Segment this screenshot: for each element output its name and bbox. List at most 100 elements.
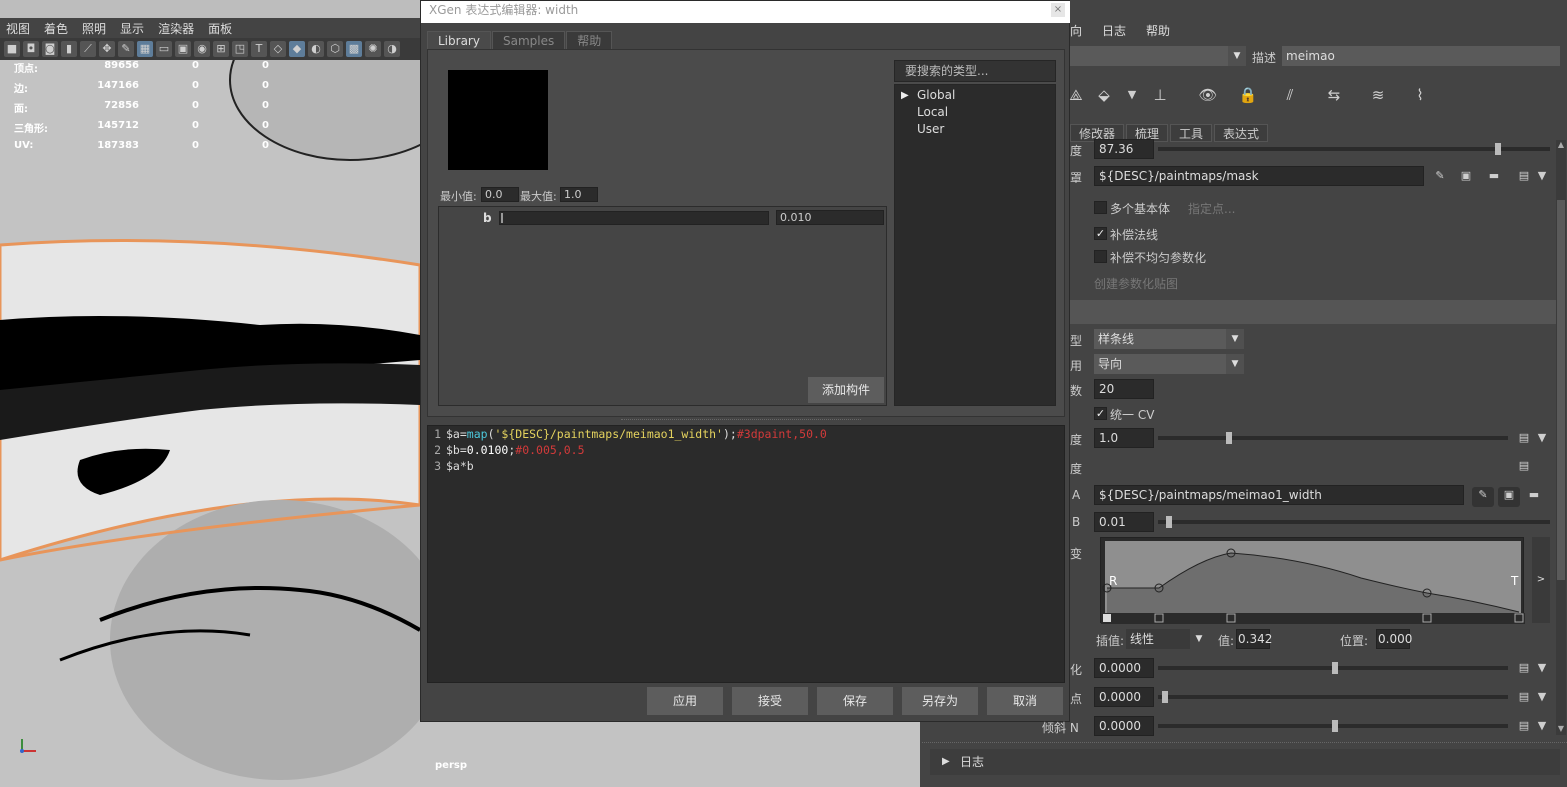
field3-slider[interactable]: [1158, 720, 1508, 732]
menu-renderer[interactable]: 渲染器: [158, 20, 194, 37]
save-as-button[interactable]: 另存为: [902, 687, 978, 715]
field3-input[interactable]: 0.0000: [1094, 716, 1154, 736]
tree-item-global[interactable]: ▶ Global: [895, 87, 1055, 104]
min-value-input[interactable]: 0.0: [481, 187, 519, 202]
2d-pan-icon[interactable]: ✥: [99, 41, 115, 57]
folder-icon[interactable]: ▬: [1486, 168, 1502, 184]
tab-library[interactable]: Library: [427, 31, 491, 50]
image-plane-icon[interactable]: ⟋: [80, 41, 96, 57]
slider-handle[interactable]: [1226, 432, 1232, 444]
field2-input[interactable]: 0.0000: [1094, 687, 1154, 707]
chevron-down-icon[interactable]: ▼: [1534, 660, 1550, 676]
menu-guides[interactable]: 向: [1070, 22, 1082, 39]
type-dropdown[interactable]: 样条线 ▼: [1094, 329, 1244, 349]
ramp-curve[interactable]: [1101, 538, 1525, 624]
tree-item-local[interactable]: Local: [895, 104, 1055, 121]
param-b-slider[interactable]: [499, 211, 769, 225]
show-guides-icon[interactable]: 👁: [1196, 82, 1220, 108]
chevron-down-icon[interactable]: ▼: [1124, 87, 1140, 103]
chevron-down-icon[interactable]: ▼: [1534, 430, 1550, 446]
safe-action-icon[interactable]: ◳: [232, 41, 248, 57]
slider-handle[interactable]: [1495, 143, 1501, 155]
comp-normal-checkbox[interactable]: ✓: [1094, 227, 1107, 240]
description-dropdown[interactable]: meimao: [1282, 46, 1560, 66]
width-input[interactable]: 1.0: [1094, 428, 1154, 448]
wireframe-on-shaded-icon[interactable]: ⬡: [327, 41, 343, 57]
splitter-handle[interactable]: [922, 742, 1567, 744]
camera-attr-icon[interactable]: ◙: [42, 41, 58, 57]
ramp-expand-button[interactable]: >: [1532, 537, 1550, 623]
attr-scrollbar[interactable]: [1556, 140, 1566, 735]
multi-base-checkbox[interactable]: [1094, 201, 1107, 214]
add-component-button[interactable]: 添加构件: [808, 377, 884, 403]
paint-brush-icon[interactable]: ✎: [1472, 487, 1494, 507]
menu-help[interactable]: 帮助: [1146, 22, 1170, 39]
film-gate-icon[interactable]: ▭: [156, 41, 172, 57]
expression-menu-icon[interactable]: ▤: [1516, 718, 1532, 734]
expression-menu-icon[interactable]: ▤: [1516, 430, 1532, 446]
grid-icon[interactable]: ▦: [137, 41, 153, 57]
save-icon[interactable]: ▣: [1458, 168, 1474, 184]
menu-lighting[interactable]: 照明: [82, 20, 106, 37]
resolution-gate-icon[interactable]: ▣: [175, 41, 191, 57]
menu-shading[interactable]: 着色: [44, 20, 68, 37]
width-ramp[interactable]: R T: [1100, 537, 1525, 624]
slider-handle[interactable]: [1166, 516, 1172, 528]
menu-view[interactable]: 视图: [6, 20, 30, 37]
flip-guides-icon[interactable]: ⇆: [1322, 82, 1346, 108]
interp-dropdown[interactable]: 线性 ▼: [1126, 629, 1208, 649]
slider-handle[interactable]: [1332, 720, 1338, 732]
accept-button[interactable]: 接受: [732, 687, 808, 715]
expression-menu-icon[interactable]: ▤: [1516, 168, 1532, 184]
safe-title-icon[interactable]: T: [251, 41, 267, 57]
guide-tool-icon[interactable]: ⟁: [1064, 82, 1088, 108]
expression-menu-icon[interactable]: ▤: [1516, 660, 1532, 676]
chevron-down-icon[interactable]: ▼: [1534, 689, 1550, 705]
cancel-button[interactable]: 取消: [987, 687, 1063, 715]
specify-points-button[interactable]: 指定点...: [1188, 200, 1235, 217]
save-icon[interactable]: ▣: [1498, 487, 1520, 507]
width-slider[interactable]: [1158, 432, 1508, 444]
tab-utilities[interactable]: 工具: [1170, 124, 1213, 142]
value-input[interactable]: 0.342: [1236, 629, 1272, 649]
log-section[interactable]: ▶ 日志: [930, 749, 1560, 775]
lock-guides-icon[interactable]: 🔒: [1236, 82, 1260, 108]
field-chart-icon[interactable]: ⊞: [213, 41, 229, 57]
close-icon[interactable]: ×: [1051, 3, 1065, 17]
shadows-icon[interactable]: ◑: [384, 41, 400, 57]
mask-input[interactable]: ${DESC}/paintmaps/mask: [1094, 166, 1424, 186]
section-header[interactable]: [1070, 300, 1556, 324]
place-guide-icon[interactable]: ⬙: [1092, 82, 1116, 108]
expression-menu-icon[interactable]: ▤: [1516, 689, 1532, 705]
uniform-cv-checkbox[interactable]: ✓: [1094, 407, 1107, 420]
collection-dropdown[interactable]: ▼: [1070, 46, 1246, 66]
position-input[interactable]: 0.000: [1376, 629, 1412, 649]
save-button[interactable]: 保存: [817, 687, 893, 715]
textured-icon[interactable]: ▩: [346, 41, 362, 57]
scroll-down-icon[interactable]: ▼: [1556, 724, 1566, 734]
slider-handle[interactable]: [1332, 662, 1338, 674]
bookmark-icon[interactable]: ▮: [61, 41, 77, 57]
tab-samples[interactable]: Samples: [491, 31, 566, 50]
folder-icon[interactable]: ▬: [1526, 487, 1542, 503]
create-param-map-button[interactable]: 创建参数化贴图: [1094, 275, 1178, 292]
expression-menu-icon[interactable]: ▤: [1516, 458, 1532, 474]
chevron-down-icon[interactable]: ▼: [1534, 168, 1550, 184]
comp-param-checkbox[interactable]: [1094, 250, 1107, 263]
paint-brush-icon[interactable]: ✎: [1432, 168, 1448, 184]
tab-help[interactable]: 帮助: [566, 31, 613, 50]
wireframe-icon[interactable]: ◇: [270, 41, 286, 57]
field2-slider[interactable]: [1158, 691, 1508, 703]
default-material-icon[interactable]: ◐: [308, 41, 324, 57]
menu-show[interactable]: 显示: [120, 20, 144, 37]
use-dropdown[interactable]: 导向 ▼: [1094, 354, 1244, 374]
count-input[interactable]: 20: [1094, 379, 1154, 399]
chevron-down-icon[interactable]: ▼: [1534, 718, 1550, 734]
b-input[interactable]: 0.01: [1094, 512, 1154, 532]
b-slider[interactable]: [1158, 516, 1550, 528]
scroll-up-icon[interactable]: ▲: [1556, 140, 1566, 150]
field1-slider[interactable]: [1158, 662, 1508, 674]
guide-length-icon[interactable]: ⫽: [1278, 82, 1302, 108]
expand-arrow-icon[interactable]: ▶: [942, 749, 950, 775]
density-slider[interactable]: [1158, 143, 1550, 155]
